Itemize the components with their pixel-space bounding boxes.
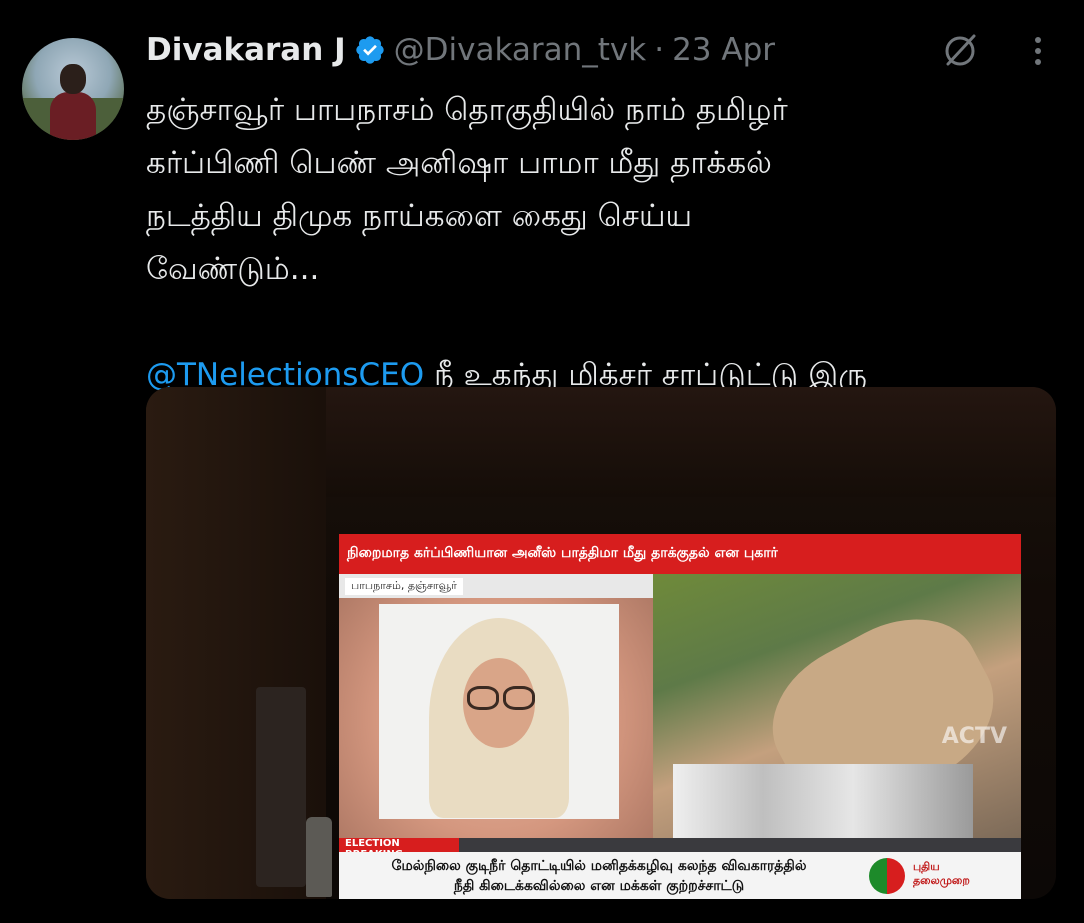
avatar-head	[60, 64, 86, 94]
tweet-header: Divakaran J @Divakaran_tvk · 23 Apr	[146, 28, 775, 72]
channel-logo: புதிய தலைமுறை	[859, 852, 1021, 899]
author-handle[interactable]: @Divakaran_tvk	[394, 32, 647, 68]
portrait-photo	[379, 604, 619, 819]
location-label: பாபநாசம், தஞ்சாவூர்	[345, 578, 463, 595]
tweet-line: வேண்டும்...	[146, 251, 320, 287]
tweet-line: தஞ்சாவூர் பாபநாசம் தொகுதியில் நாம் தமிழர…	[146, 92, 788, 128]
tweet-date[interactable]: 23 Apr	[672, 32, 775, 68]
channel-name-line: தலைமுறை	[913, 874, 970, 887]
video-watermark: ACTV	[941, 724, 1007, 749]
author-avatar[interactable]	[22, 38, 124, 140]
channel-name-line: புதிய	[913, 860, 940, 873]
news-ticker-bottom: மேல்நிலை குடிநீர் தொட்டியில் மனிதக்கழிவு…	[339, 852, 859, 899]
video-crowd	[673, 764, 973, 838]
news-ticker-top: நிறைமாத கர்ப்பிணியான அனீஸ் பாத்திமா மீது…	[339, 534, 1021, 574]
ticker-bottom-line: மேல்நிலை குடிநீர் தொட்டியில் மனிதக்கழிவு…	[391, 858, 807, 874]
header-separator: ·	[654, 32, 665, 68]
portrait-panel	[339, 598, 653, 838]
tweet-line: கர்ப்பிணி பெண் அனிஷா பாமா மீது தாக்கல்	[146, 145, 772, 181]
channel-logo-icon	[869, 858, 905, 894]
glasses-left	[467, 686, 499, 710]
shelf-object	[256, 687, 306, 887]
glasses-right	[503, 686, 535, 710]
ticker-bottom-line: நீதி கிடைக்கவில்லை என மக்கள் குற்றச்சாட்…	[453, 878, 745, 894]
grok-icon[interactable]	[940, 30, 980, 70]
video-panel: ACTV	[653, 574, 1021, 838]
bottle-object	[306, 817, 332, 897]
tweet-line: நடத்திய திமுக நாய்களை கைது செய்ய	[146, 198, 693, 234]
more-options-icon[interactable]	[1030, 36, 1046, 66]
verified-badge-icon	[355, 36, 384, 64]
author-name[interactable]: Divakaran J	[146, 32, 346, 68]
tv-screen: நிறைமாத கர்ப்பிணியான அனீஸ் பாத்திமா மீது…	[339, 534, 1021, 899]
channel-name: புதிய தலைமுறை	[913, 860, 970, 888]
breaking-label: ELECTION BREAKING	[339, 838, 459, 860]
tweet-media-image[interactable]: நிறைமாத கர்ப்பிணியான அனீஸ் பாத்திமா மீது…	[146, 387, 1056, 899]
avatar-figure	[50, 92, 96, 140]
tweet-text: தஞ்சாவூர் பாபநாசம் தொகுதியில் நாம் தமிழர…	[146, 84, 1066, 402]
